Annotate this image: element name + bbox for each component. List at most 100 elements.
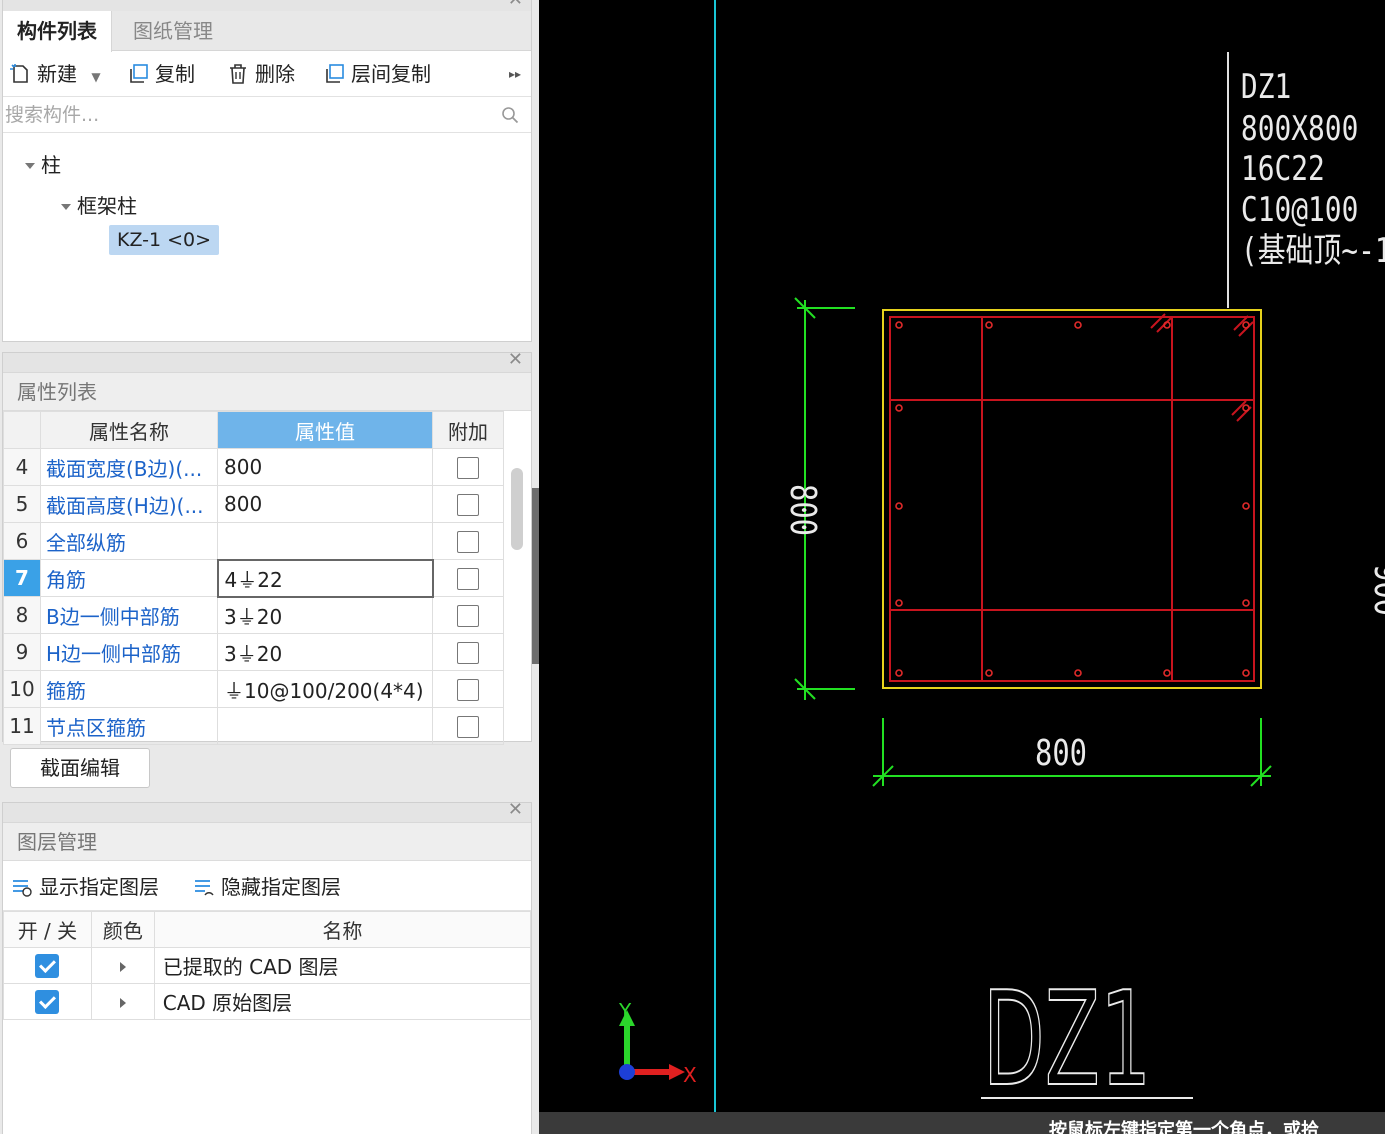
table-row[interactable]: CAD 原始图层 (3, 983, 532, 1020)
tree-node-kz1[interactable]: KZ-1 <0> (109, 225, 220, 255)
tree-label: 柱 (41, 153, 61, 177)
close-icon[interactable]: ✕ (508, 0, 523, 10)
tree-node-column[interactable]: 柱 (25, 149, 61, 178)
panel-header: ✕ (3, 349, 531, 373)
expand-arrow-icon[interactable] (119, 998, 126, 1008)
table-row[interactable]: 5 截面高度(H边)(... 800 (3, 485, 504, 523)
table-row[interactable]: 11 节点区箍筋 (3, 707, 504, 745)
new-button[interactable]: 新建 ▼ (9, 59, 101, 89)
search-icon[interactable] (501, 106, 519, 124)
vertical-dimension-text: 800 (782, 484, 824, 536)
header-layer-name: 名称 (153, 911, 532, 948)
label-line: (基础顶~-1.000) (1241, 231, 1385, 270)
extra-checkbox[interactable] (457, 568, 480, 591)
property-value[interactable]: 800 (217, 448, 433, 486)
property-scrollbar[interactable] (511, 468, 523, 550)
label-line: 800X800 (1241, 109, 1358, 148)
search-input[interactable] (5, 101, 485, 129)
property-value[interactable]: 3⏚20 (217, 596, 433, 634)
extra-checkbox[interactable] (457, 457, 479, 480)
layer-checkbox[interactable] (35, 990, 60, 1015)
close-icon[interactable]: ✕ (508, 799, 523, 820)
tab-component-list[interactable]: 构件列表 (3, 11, 112, 52)
layer-name[interactable]: CAD 原始图层 (153, 983, 532, 1020)
extra-checkbox[interactable] (457, 716, 479, 739)
table-row[interactable]: 9 H边一侧中部筋 3⏚20 (3, 633, 504, 671)
panel-splitter[interactable] (532, 488, 539, 664)
color-cell (90, 947, 155, 984)
section-edit-button[interactable]: 截面编辑 (10, 748, 150, 788)
expand-caret-icon[interactable] (25, 163, 35, 169)
layer-name[interactable]: 已提取的 CAD 图层 (153, 947, 532, 984)
row-number: 4 (3, 448, 41, 486)
row-number: 10 (3, 670, 41, 708)
hide-layer-button[interactable]: 隐藏指定图层 (193, 872, 341, 902)
layer-checkbox[interactable] (35, 954, 60, 979)
horizontal-dimension-text: 800 (1035, 732, 1087, 774)
expand-caret-icon[interactable] (61, 204, 71, 210)
table-row[interactable]: 4 截面宽度(B边)(... 800 (3, 448, 504, 486)
expand-arrow-icon[interactable] (119, 962, 126, 972)
property-name[interactable]: 截面高度(H边)(... (40, 485, 218, 523)
table-row[interactable]: 10 箍筋 ⏚10@100/200(4*4) (3, 670, 504, 708)
extra-cell (432, 670, 504, 708)
status-text: 按鼠标左键指定第一个角点，或拾 (1049, 1120, 1319, 1134)
tree-selected-item[interactable]: KZ-1 <0> (109, 225, 220, 255)
property-name[interactable]: 截面宽度(B边)(... (40, 448, 218, 486)
property-value[interactable] (217, 707, 433, 745)
table-header-row: 属性名称 属性值 附加 (3, 411, 504, 449)
cad-drawing: DZ1 800X800 16C22 C10@100 (基础顶~-1.000) (618, 0, 1385, 1116)
new-file-icon (10, 64, 28, 83)
extra-cell (432, 596, 504, 634)
header-num (3, 411, 41, 449)
tree-node-frame-column[interactable]: 框架柱 (61, 190, 137, 219)
close-icon[interactable]: ✕ (508, 349, 523, 370)
copy-button[interactable]: 复制 (127, 59, 195, 89)
extra-checkbox[interactable] (457, 494, 479, 517)
label-line: C10@100 (1241, 190, 1358, 229)
table-row[interactable]: 8 B边一侧中部筋 3⏚20 (3, 596, 504, 634)
copy-label: 复制 (155, 62, 195, 86)
property-name[interactable]: 节点区箍筋 (40, 707, 218, 745)
delete-button[interactable]: 删除 (227, 59, 295, 89)
more-button[interactable]: ▸▸ (509, 59, 521, 89)
header-extra: 附加 (432, 411, 504, 449)
extra-cell (432, 559, 504, 597)
table-row[interactable]: 6 全部纵筋 (3, 522, 504, 560)
right-dimension-text: 900 (1366, 564, 1385, 616)
property-value-editor[interactable]: 4⏚22 (216, 558, 434, 598)
stirrup-outer (889, 316, 1255, 682)
property-value[interactable]: ⏚10@100/200(4*4) (217, 670, 433, 708)
extra-checkbox[interactable] (457, 679, 479, 702)
property-value[interactable]: 800 (217, 485, 433, 523)
x-axis-label: X (683, 1063, 697, 1087)
property-name[interactable]: H边一侧中部筋 (40, 633, 218, 671)
floor-copy-button[interactable]: 层间复制 (323, 59, 431, 89)
extra-checkbox[interactable] (457, 642, 479, 665)
property-name[interactable]: 箍筋 (40, 670, 218, 708)
extra-cell (432, 707, 504, 745)
hide-layer-label: 隐藏指定图层 (221, 875, 341, 899)
property-value[interactable] (217, 522, 433, 560)
floor-copy-icon (326, 64, 344, 83)
cad-canvas[interactable]: DZ1 800X800 16C22 C10@100 (基础顶~-1.000) (539, 0, 1385, 1134)
tab-drawing-management[interactable]: 图纸管理 (119, 11, 227, 51)
extra-checkbox[interactable] (457, 531, 479, 554)
property-name[interactable]: B边一侧中部筋 (40, 596, 218, 634)
row-number: 6 (3, 522, 41, 560)
property-table: 属性名称 属性值 附加 4 截面宽度(B边)(... 800 5 截面高度(H边… (3, 411, 504, 745)
property-name[interactable]: 全部纵筋 (40, 522, 218, 560)
panel-header: ✕ (3, 799, 531, 823)
table-row[interactable]: 已提取的 CAD 图层 (3, 947, 532, 984)
stirrup-hooks (1150, 313, 1254, 422)
show-layer-button[interactable]: 显示指定图层 (11, 872, 159, 902)
extra-cell (432, 522, 504, 560)
table-row-selected[interactable]: 7 角筋 4⏚22 (3, 558, 504, 598)
extra-checkbox[interactable] (457, 605, 479, 628)
property-panel: ✕ 属性列表 属性名称 属性值 附加 4 截面宽度(B边)(... 800 5 … (2, 349, 532, 745)
dropdown-icon[interactable]: ▼ (91, 70, 100, 84)
extra-cell (432, 633, 504, 671)
header-toggle: 开 / 关 (3, 911, 92, 948)
property-name[interactable]: 角筋 (40, 559, 218, 597)
property-value[interactable]: 3⏚20 (217, 633, 433, 671)
